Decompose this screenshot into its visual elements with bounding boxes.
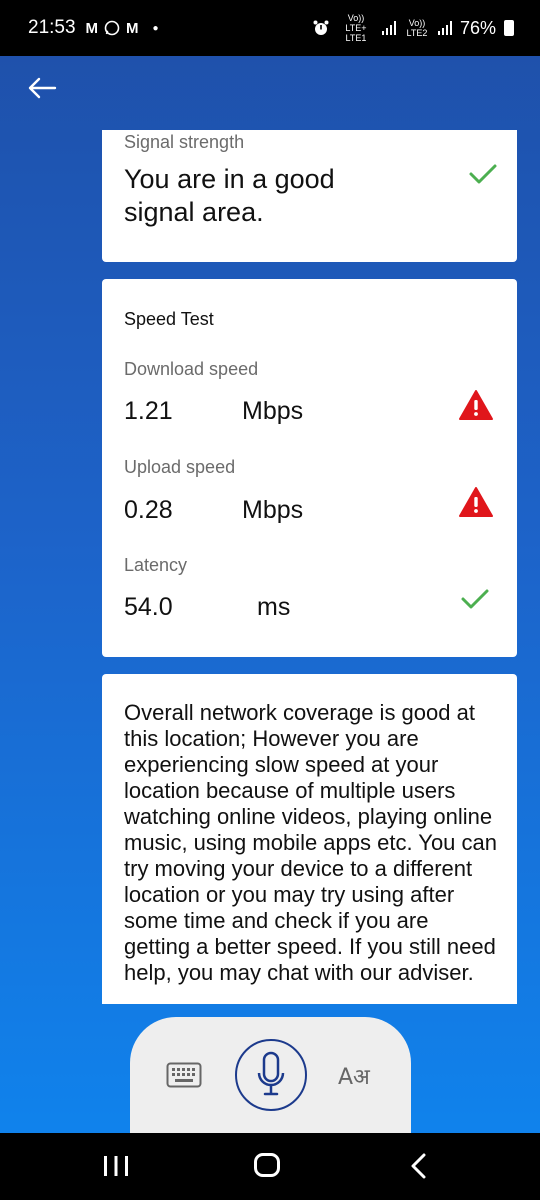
check-icon — [461, 589, 489, 609]
recent-apps-icon[interactable] — [100, 1155, 132, 1177]
gmail-icon: M — [126, 19, 139, 37]
more-notifications-dot-icon: ● — [152, 22, 159, 34]
whatsapp-icon — [104, 20, 120, 36]
download-speed-unit: Mbps — [242, 397, 304, 425]
signal-strength-card: Signal strength You are in a good signal… — [102, 130, 517, 262]
microphone-icon — [257, 1051, 285, 1096]
signal-bars-2-icon — [437, 21, 452, 35]
back-button[interactable] — [24, 70, 60, 106]
signal-strength-message: You are in a good signal area. — [124, 164, 335, 227]
battery-icon — [504, 20, 514, 36]
status-time: 21:53 — [28, 17, 76, 38]
latency-label: Latency — [124, 555, 188, 575]
download-speed-label: Download speed — [124, 359, 259, 379]
language-button[interactable]: Aअ — [338, 1061, 370, 1091]
upload-speed-unit: Mbps — [242, 496, 304, 524]
network-advice-text: Overall network coverage is good at this… — [124, 700, 498, 985]
microphone-button[interactable] — [235, 1039, 307, 1111]
system-nav-bar — [0, 1133, 540, 1200]
input-mode-panel: Aअ — [130, 1017, 411, 1133]
upload-speed-value: 0.28 — [124, 496, 173, 524]
network-lte2-label: Vo)) LTE2 — [406, 18, 428, 38]
warning-icon — [459, 390, 493, 420]
gmail-icon: M — [85, 19, 99, 37]
signal-bars-1-icon — [381, 21, 396, 35]
check-icon — [469, 164, 497, 184]
battery-percent: 76% — [459, 17, 496, 38]
warning-icon — [459, 487, 493, 517]
status-left: 21:53 M M ● — [28, 17, 159, 39]
alarm-icon — [313, 20, 329, 35]
download-speed-value: 1.21 — [124, 397, 173, 425]
back-nav-icon[interactable] — [408, 1153, 430, 1179]
network-lte1-label: Vo)) LTE+ LTE1 — [345, 13, 367, 43]
arrow-left-icon — [28, 77, 57, 99]
speed-test-title: Speed Test — [124, 309, 214, 329]
network-advice-card: Overall network coverage is good at this… — [102, 674, 517, 1004]
latency-unit: ms — [257, 593, 291, 621]
keyboard-icon[interactable] — [166, 1062, 202, 1088]
speed-test-card: Speed Test Download speed 1.21 Mbps Uplo… — [102, 279, 517, 657]
status-bar: 21:53 M M ● Vo)) LTE+ LTE1 Vo)) LTE2 76% — [0, 0, 540, 56]
upload-speed-label: Upload speed — [124, 457, 236, 477]
home-icon[interactable] — [254, 1153, 280, 1177]
signal-strength-label: Signal strength — [124, 132, 245, 152]
status-right: Vo)) LTE+ LTE1 Vo)) LTE2 76% — [312, 13, 514, 43]
latency-value: 54.0 — [124, 593, 173, 621]
